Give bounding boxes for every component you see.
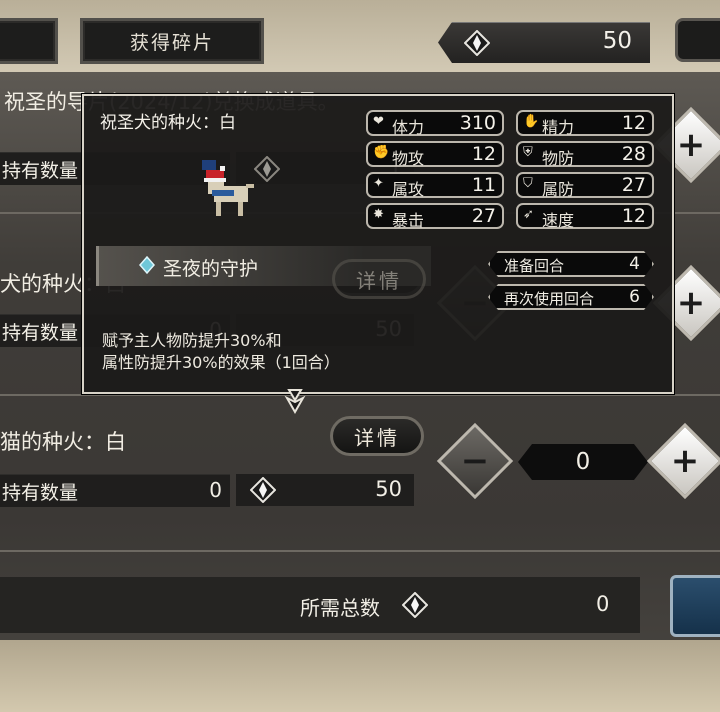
top-right-button[interactable]	[675, 18, 720, 62]
stat-sp: ✋ 精力 12	[516, 110, 654, 137]
skill-name: 圣夜的守护	[163, 258, 259, 280]
tab-get-fragments-label: 获得碎片	[129, 31, 214, 54]
row-3-detail-button[interactable]: 详情	[330, 416, 424, 456]
magic-shield-icon: ⛉	[523, 176, 533, 191]
row-3-cost: 50	[375, 477, 402, 501]
stat-edef: ⛉ 属防 27	[516, 172, 654, 199]
boot-icon: ➶	[523, 207, 534, 222]
total-value: 0	[596, 592, 610, 616]
reuse-turns: 再次使用回合 6	[488, 284, 654, 310]
skill-gem-icon	[139, 256, 155, 274]
row-3-cost-bar: 50	[236, 474, 414, 506]
fragment-icon	[402, 592, 428, 618]
row-3-plus-button[interactable]: +	[646, 422, 720, 500]
prep-turns: 准备回合 4	[488, 251, 654, 277]
hold-label: 持有数量	[2, 160, 79, 182]
fist-icon: ✊	[373, 145, 390, 160]
bottom-frame	[0, 640, 720, 712]
fragment-icon	[250, 477, 276, 503]
tab-get-fragments[interactable]: 获得碎片	[80, 18, 264, 64]
stat-hp: ❤ 体力 310	[366, 110, 504, 137]
currency-display: 50	[438, 22, 650, 63]
burst-icon: ✸	[373, 207, 384, 222]
row-3-hold-bar: 持有数量 0	[0, 474, 230, 507]
row-3-quantity[interactable]: 0	[518, 444, 648, 480]
hold-label: 持有数量	[2, 482, 79, 504]
row-3-minus-button[interactable]: −	[436, 422, 514, 500]
total-bar: 所需总数 0	[0, 577, 640, 633]
stat-patk: ✊ 物攻 12	[366, 141, 504, 168]
hand-icon: ✋	[523, 114, 540, 129]
divider	[0, 394, 720, 396]
tooltip-pointer-icon	[284, 389, 306, 414]
skill-description: 赋予主人物防提升30%和 属性防提升30%的效果（1回合）	[102, 331, 340, 372]
row-3-title: 猫的种火：白	[0, 430, 126, 454]
heart-icon: ❤	[373, 114, 384, 129]
stat-pdef: ⛨ 物防 28	[516, 141, 654, 168]
tooltip-title: 祝圣犬的种火：白	[100, 113, 236, 133]
confirm-button[interactable]	[670, 575, 720, 637]
total-label: 所需总数	[300, 596, 380, 620]
fragment-icon	[254, 156, 280, 182]
stat-speed: ➶ 速度 12	[516, 203, 654, 230]
tab-left[interactable]	[0, 18, 58, 64]
row-3-hold-value: 0	[209, 478, 222, 502]
item-tooltip: 祝圣犬的种火：白 ❤ 体力 310 ✋ 精力 12 ✊ 物攻 12 ⛨ 物防 2…	[82, 94, 674, 394]
skill-detail-button[interactable]: 详情	[332, 259, 426, 299]
divider	[0, 550, 720, 552]
stat-crit: ✸ 暴击 27	[366, 203, 504, 230]
stat-eatk: ✦ 属攻 11	[366, 172, 504, 199]
sparkle-hand-icon: ✦	[373, 176, 384, 191]
currency-value: 50	[602, 28, 632, 54]
fragment-icon	[464, 30, 490, 56]
shield-icon: ⛨	[523, 145, 533, 160]
hold-label: 持有数量	[2, 322, 79, 344]
